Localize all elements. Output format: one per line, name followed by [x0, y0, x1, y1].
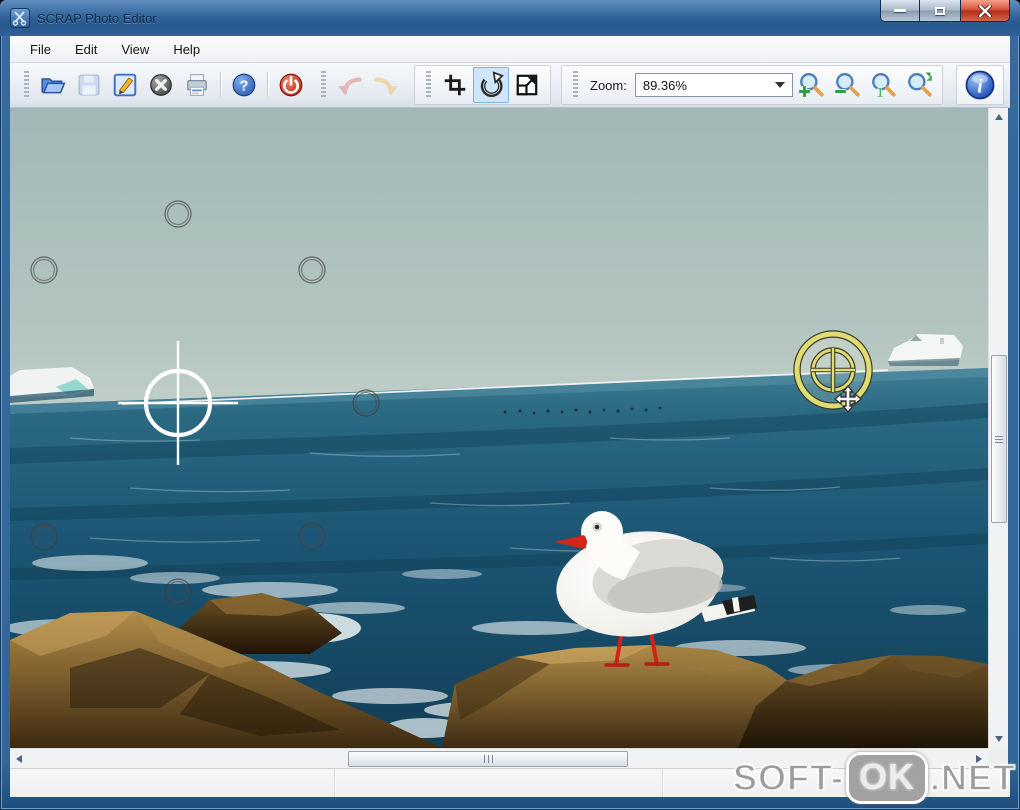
maximize-icon — [935, 6, 945, 15]
info-button[interactable]: i — [962, 67, 998, 103]
marker-circle[interactable] — [298, 256, 326, 284]
marker-circle-inner — [167, 581, 189, 603]
app-icon — [10, 8, 30, 28]
marker-circle-inner — [33, 526, 55, 548]
scroll-left-button[interactable] — [10, 749, 28, 768]
edit-pencil-icon — [113, 73, 137, 97]
arrow-left-icon — [16, 754, 22, 763]
image-canvas[interactable] — [10, 108, 988, 748]
marker-circle-inner — [301, 259, 323, 281]
window-title: SCRAP Photo Editor — [37, 10, 157, 26]
undo-arrow-icon — [338, 77, 362, 96]
marker-circle[interactable] — [30, 256, 58, 284]
marker-circle[interactable] — [164, 578, 192, 606]
minimize-button[interactable] — [880, 0, 920, 22]
minimize-icon — [894, 9, 906, 12]
info-group: i — [956, 65, 1004, 105]
toolbar-separator — [267, 72, 268, 98]
svg-text:1: 1 — [876, 84, 884, 99]
zoom-in-button[interactable] — [793, 67, 829, 103]
status-panel-1 — [10, 769, 335, 797]
undo-button[interactable] — [332, 67, 368, 103]
arrow-up-icon — [994, 114, 1003, 120]
marker-circle-inner — [301, 525, 323, 547]
group-grip[interactable] — [426, 71, 431, 99]
rotate-icon — [480, 71, 504, 98]
printer-icon — [187, 74, 207, 96]
zoom-in-icon — [798, 73, 824, 97]
watermark: SOFT- OK .NET — [732, 752, 1016, 804]
menu-file[interactable]: File — [18, 38, 63, 61]
level-line — [121, 369, 889, 405]
open-file-button[interactable] — [35, 67, 71, 103]
power-icon — [279, 73, 303, 97]
zoom-label: Zoom: — [590, 77, 627, 93]
group-grip[interactable] — [573, 71, 578, 99]
window-controls — [880, 0, 1010, 22]
exit-button[interactable] — [273, 67, 309, 103]
alignment-overlay[interactable] — [10, 108, 988, 748]
rotate-tool-button[interactable] — [473, 67, 509, 103]
tool-mode-group — [414, 65, 551, 105]
scroll-down-button[interactable] — [989, 730, 1008, 748]
menu-edit[interactable]: Edit — [63, 38, 109, 61]
marker-circle[interactable] — [164, 200, 192, 228]
close-icon — [978, 4, 992, 17]
marker-circle[interactable] — [30, 523, 58, 551]
svg-text:i: i — [977, 75, 983, 97]
marker-circle[interactable] — [298, 522, 326, 550]
zoom-actual-size-button[interactable]: 1 — [865, 67, 901, 103]
crop-icon — [444, 74, 466, 96]
watermark-badge: OK — [845, 752, 928, 804]
horizontal-scroll-thumb[interactable] — [348, 751, 628, 767]
zoom-combobox[interactable]: 89.36% — [634, 73, 793, 97]
toolbar-grip[interactable] — [321, 71, 326, 99]
close-image-button[interactable] — [143, 67, 179, 103]
open-folder-icon — [41, 78, 66, 94]
scroll-up-button[interactable] — [989, 108, 1008, 126]
app-window: SCRAP Photo Editor File Edit View Help ?… — [0, 0, 1020, 810]
zoom-fit-icon — [907, 71, 932, 97]
menubar: File Edit View Help — [10, 36, 1010, 63]
vertical-scrollbar[interactable] — [988, 108, 1008, 748]
svg-text:?: ? — [240, 78, 249, 94]
menu-view[interactable]: View — [109, 38, 161, 61]
toolbar-grip[interactable] — [24, 71, 29, 99]
info-icon: i — [965, 70, 995, 100]
zoom-fit-button[interactable] — [901, 67, 937, 103]
redo-arrow-icon — [374, 77, 398, 96]
help-icon: ? — [232, 73, 256, 97]
toolbar-separator — [220, 72, 221, 98]
menu-help[interactable]: Help — [161, 38, 212, 61]
status-panel-2 — [335, 769, 663, 797]
save-floppy-icon — [78, 74, 100, 96]
zoom-out-icon — [834, 73, 860, 97]
zoom-actual-size-icon: 1 — [871, 73, 896, 99]
marker-circle-inner — [355, 392, 377, 414]
toolbar: ? Zoom: 89.36% 1 i — [10, 63, 1010, 108]
watermark-prefix: SOFT- — [732, 756, 844, 799]
zoom-group: Zoom: 89.36% 1 — [561, 65, 943, 105]
edit-image-button[interactable] — [107, 67, 143, 103]
maximize-button[interactable] — [920, 0, 960, 22]
watermark-suffix: .NET — [929, 756, 1016, 799]
zoom-out-button[interactable] — [829, 67, 865, 103]
vertical-scroll-thumb[interactable] — [991, 355, 1007, 523]
arrow-down-icon — [994, 736, 1003, 742]
crop-tool-button[interactable] — [437, 67, 473, 103]
zoom-value: 89.36% — [642, 77, 687, 93]
save-file-button[interactable] — [71, 67, 107, 103]
close-x-icon — [150, 74, 172, 96]
close-button[interactable] — [960, 0, 1010, 22]
help-button[interactable]: ? — [226, 67, 262, 103]
resize-tool-button[interactable] — [509, 67, 545, 103]
titlebar[interactable]: SCRAP Photo Editor — [0, 0, 1020, 36]
redo-button[interactable] — [368, 67, 404, 103]
resize-icon — [516, 74, 538, 96]
print-button[interactable] — [179, 67, 215, 103]
marker-circle-inner — [167, 203, 189, 225]
chevron-down-icon[interactable] — [774, 82, 785, 88]
marker-circle-inner — [33, 259, 55, 281]
